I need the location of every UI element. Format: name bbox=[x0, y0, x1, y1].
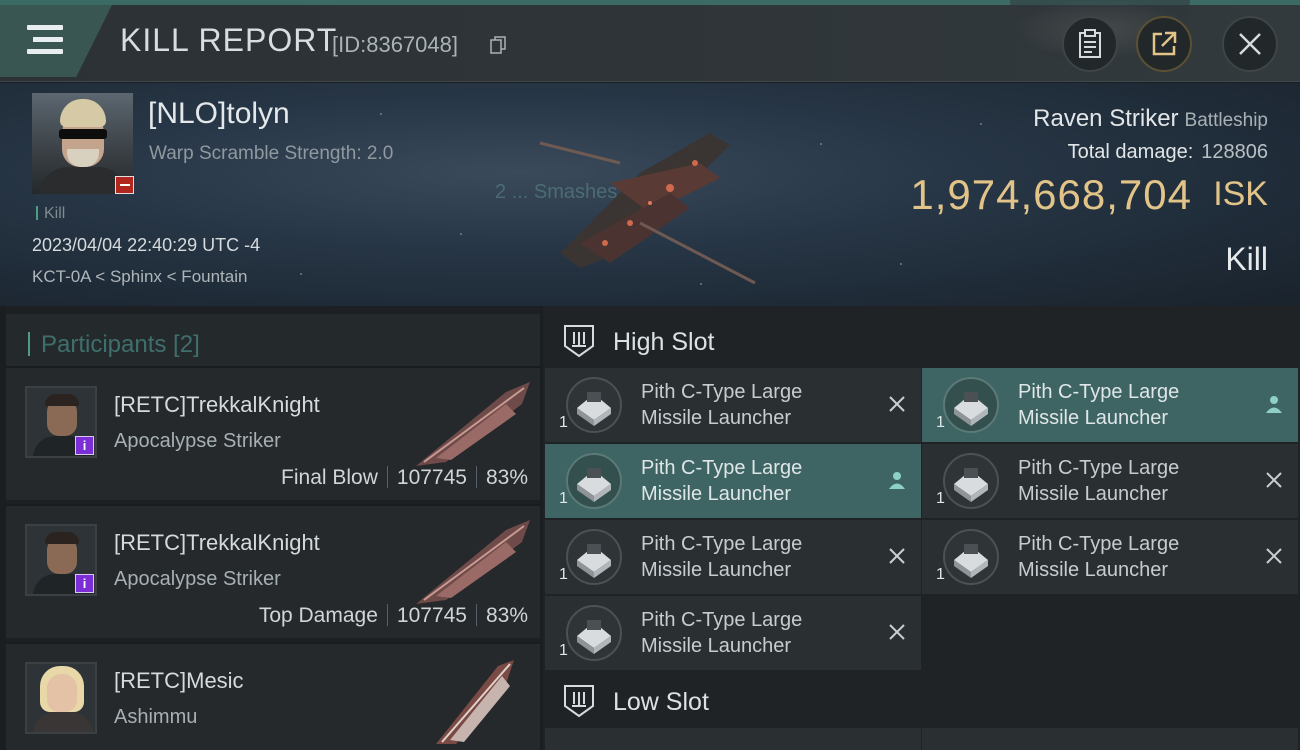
participant-avatar[interactable] bbox=[25, 662, 97, 734]
participants-header: Participants [2] bbox=[6, 314, 540, 370]
module-item[interactable] bbox=[545, 728, 921, 750]
participant-row[interactable]: [RETC]Mesic Ashimmu bbox=[6, 642, 540, 750]
module-quantity: 1 bbox=[936, 490, 945, 507]
participants-label: Participants [2] bbox=[41, 331, 200, 358]
participant-stats: Top Damage 107745 83% bbox=[259, 604, 528, 628]
participant-name: [RETC]Mesic bbox=[114, 668, 244, 693]
participant-role: Top Damage bbox=[258, 604, 378, 627]
participant-ship-image bbox=[416, 382, 530, 466]
module-name: Pith C-Type Large Missile Launcher bbox=[641, 381, 803, 429]
loss-badge-icon bbox=[115, 176, 134, 194]
participant-ship: Apocalypse Striker bbox=[114, 568, 281, 590]
missile-launcher-icon bbox=[943, 529, 999, 585]
share-button[interactable] bbox=[1136, 16, 1192, 72]
participant-name: [RETC]TrekkalKnight bbox=[114, 392, 320, 417]
kill-result: Kill bbox=[1225, 241, 1268, 277]
corp-badge-icon: i bbox=[75, 436, 94, 455]
participant-percent: 83% bbox=[485, 466, 528, 489]
module-name: Pith C-Type Large Missile Launcher bbox=[641, 609, 803, 657]
menu-button[interactable] bbox=[0, 5, 112, 77]
total-damage: Total damage: 128806 bbox=[1067, 141, 1268, 163]
low-slot-header: Low Slot bbox=[543, 670, 1300, 730]
module-name: Pith C-Type Large Missile Launcher bbox=[1018, 457, 1180, 505]
missile-launcher-icon bbox=[566, 377, 622, 433]
clipboard-icon bbox=[1079, 29, 1101, 58]
missile-launcher-icon bbox=[566, 529, 622, 585]
window-header: KILL REPORT [ID:8367048] bbox=[0, 0, 1300, 82]
module-name: Pith C-Type Large Missile Launcher bbox=[1018, 533, 1180, 581]
module-item[interactable]: 1 Pith C-Type Large Missile Launcher bbox=[922, 444, 1298, 518]
module-quantity: 1 bbox=[936, 566, 945, 583]
module-quantity: 1 bbox=[559, 642, 568, 659]
low-slot-title: Low Slot bbox=[613, 688, 709, 716]
participant-name: [RETC]TrekkalKnight bbox=[114, 530, 320, 555]
close-button[interactable] bbox=[1222, 16, 1278, 72]
module-quantity: 1 bbox=[936, 414, 945, 431]
participant-role: Final Blow bbox=[281, 466, 378, 489]
module-quantity: 1 bbox=[559, 414, 568, 431]
participant-damage: 107745 bbox=[396, 466, 467, 489]
isk-value: 1,974,668,704 bbox=[910, 171, 1192, 218]
clipboard-button[interactable] bbox=[1062, 16, 1118, 72]
x-icon bbox=[1266, 472, 1282, 488]
participant-ship: Ashimmu bbox=[114, 706, 198, 728]
high-slot-header: High Slot bbox=[543, 310, 1300, 370]
warp-scramble-strength: Warp Scramble Strength: 2.0 bbox=[149, 143, 394, 164]
participant-stats: Final Blow 107745 83% bbox=[281, 466, 528, 490]
missile-launcher-icon bbox=[566, 453, 622, 509]
participants-panel: Participants [2] i [RETC]TrekkalKnight A… bbox=[6, 306, 540, 750]
victim-name[interactable]: [NLO]tolyn bbox=[148, 97, 290, 131]
missile-launcher-icon bbox=[943, 377, 999, 433]
isk-unit: ISK bbox=[1213, 175, 1268, 213]
kill-tag: Kill bbox=[36, 205, 65, 223]
participant-row[interactable]: i [RETC]TrekkalKnight Apocalypse Striker… bbox=[6, 366, 540, 500]
module-item[interactable]: 1 Pith C-Type Large Missile Launcher bbox=[545, 520, 921, 594]
report-id: [ID:8367048] bbox=[332, 32, 458, 57]
x-icon bbox=[1266, 548, 1282, 564]
participant-ship-image bbox=[436, 660, 514, 744]
x-icon bbox=[889, 396, 905, 412]
x-icon bbox=[889, 624, 905, 640]
participant-percent: 83% bbox=[485, 604, 528, 627]
missile-launcher-icon bbox=[566, 605, 622, 661]
participant-ship: Apocalypse Striker bbox=[114, 430, 281, 452]
kill-datetime: 2023/04/04 22:40:29 UTC -4 bbox=[32, 235, 261, 255]
participant-row[interactable]: i [RETC]TrekkalKnight Apocalypse Striker… bbox=[6, 504, 540, 638]
module-item[interactable]: 1 Pith C-Type Large Missile Launcher bbox=[922, 520, 1298, 594]
victim-ship-name[interactable]: Raven Striker Battleship bbox=[1033, 105, 1268, 133]
high-slot-title: High Slot bbox=[613, 328, 715, 356]
participant-damage: 107745 bbox=[396, 604, 467, 627]
module-quantity: 1 bbox=[559, 566, 568, 583]
missile-launcher-icon bbox=[943, 453, 999, 509]
module-name: Pith C-Type Large Missile Launcher bbox=[641, 457, 803, 505]
module-item[interactable]: 1 Pith C-Type Large Missile Launcher bbox=[545, 596, 921, 670]
hamburger-menu-icon bbox=[27, 25, 63, 30]
module-quantity: 1 bbox=[559, 490, 568, 507]
module-item[interactable] bbox=[922, 728, 1298, 750]
person-icon bbox=[1266, 396, 1282, 413]
kill-summary-banner: [NLO]tolyn Warp Scramble Strength: 2.0 K… bbox=[0, 83, 1300, 306]
kill-location[interactable]: KCT-0A < Sphinx < Fountain bbox=[32, 267, 247, 287]
slot-icon bbox=[564, 685, 594, 718]
close-icon bbox=[1239, 33, 1261, 55]
slot-icon bbox=[564, 325, 594, 358]
share-icon bbox=[1152, 31, 1177, 56]
module-item[interactable]: 1 Pith C-Type Large Missile Launcher bbox=[922, 368, 1298, 442]
person-icon bbox=[889, 472, 905, 489]
corp-badge-icon: i bbox=[75, 574, 94, 593]
participant-ship-image bbox=[416, 520, 530, 604]
module-name: Pith C-Type Large Missile Launcher bbox=[641, 533, 803, 581]
fitting-panel: High Slot 1 Pith C-Type Large Missile Lau… bbox=[543, 306, 1300, 750]
page-title: KILL REPORT bbox=[120, 22, 338, 58]
module-name: Pith C-Type Large Missile Launcher bbox=[1018, 381, 1180, 429]
module-item[interactable]: 1 Pith C-Type Large Missile Launcher bbox=[545, 444, 921, 518]
x-icon bbox=[889, 548, 905, 564]
module-item[interactable]: 1 Pith C-Type Large Missile Launcher bbox=[545, 368, 921, 442]
copy-icon[interactable] bbox=[490, 36, 506, 54]
victim-ship-image bbox=[539, 133, 756, 285]
